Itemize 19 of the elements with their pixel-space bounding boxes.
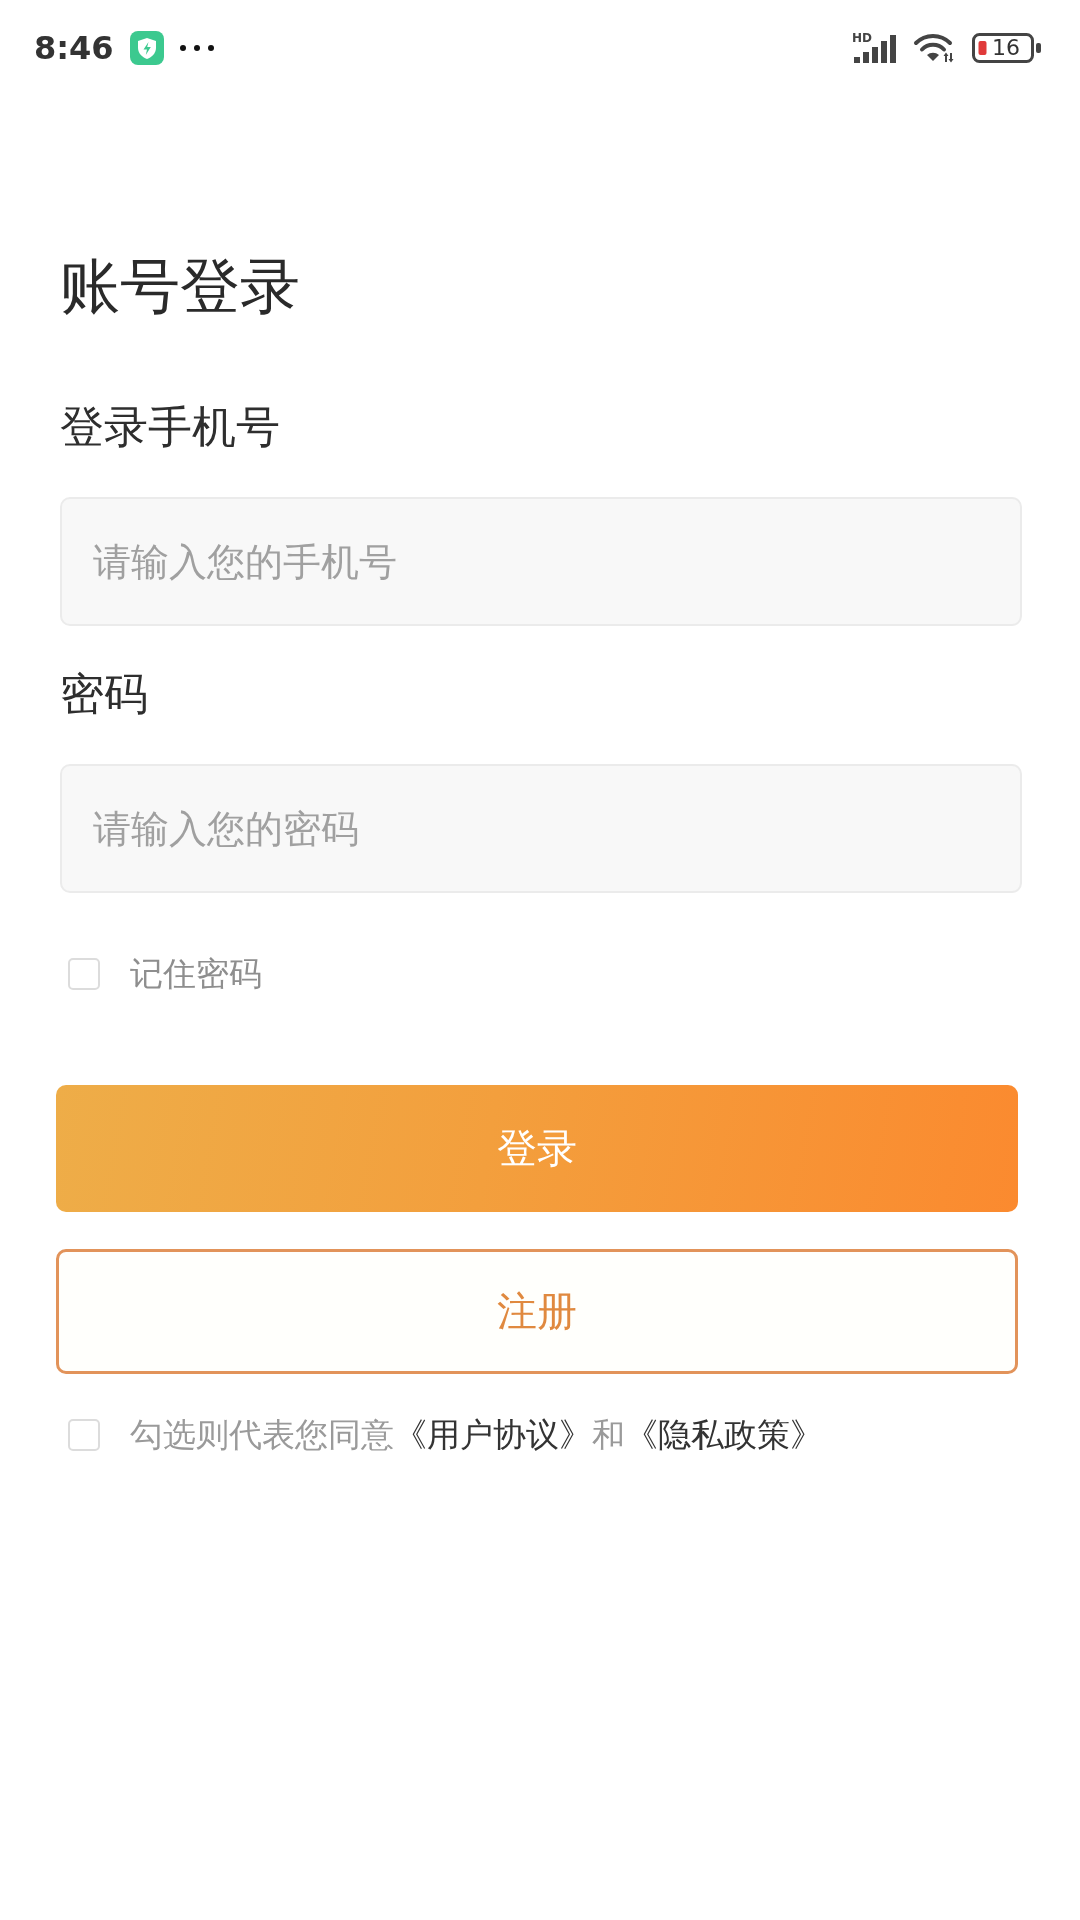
remember-checkbox[interactable] xyxy=(68,958,100,990)
page-title: 账号登录 xyxy=(60,250,301,322)
clock-time: 8:46 xyxy=(34,28,114,68)
agreement-checkbox[interactable] xyxy=(68,1419,100,1451)
remember-label: 记住密码 xyxy=(130,954,262,994)
shield-app-icon xyxy=(129,31,164,65)
wifi-icon xyxy=(913,33,955,63)
more-dots-icon xyxy=(179,45,214,51)
privacy-policy-link[interactable]: 《隐私政策》 xyxy=(625,1415,823,1454)
battery-icon xyxy=(972,33,1042,63)
password-input-field[interactable]: 请输入您的密码 xyxy=(60,764,1022,893)
phone-input-field[interactable]: 请输入您的手机号 xyxy=(60,497,1022,626)
agreement-text: 勾选则代表您同意《用户协议》和《隐私政策》 xyxy=(130,1415,823,1455)
signal-bars-icon xyxy=(854,35,896,63)
password-label: 密码 xyxy=(60,667,149,721)
network-type-label: HD xyxy=(852,32,872,44)
phone-label: 登录手机号 xyxy=(60,400,281,454)
user-agreement-link[interactable]: 《用户协议》 xyxy=(394,1415,592,1454)
battery-percent: 16 xyxy=(992,34,1020,62)
